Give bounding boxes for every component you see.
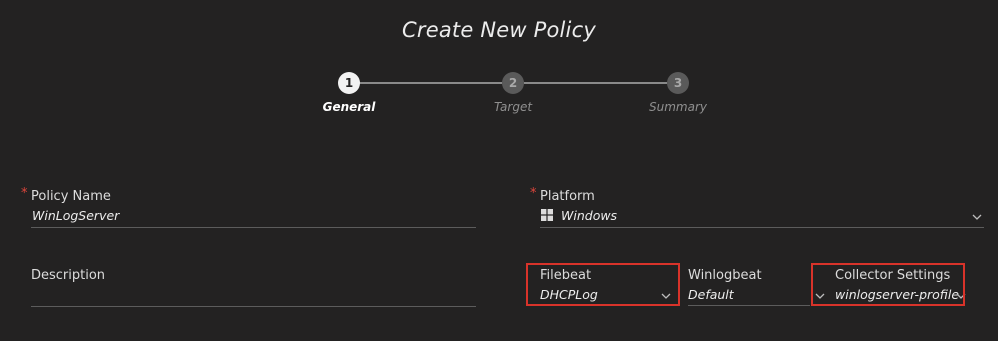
required-marker: * (21, 186, 28, 201)
step-connector-2 (524, 82, 667, 84)
step-2-label[interactable]: Target (463, 100, 563, 114)
step-3-label[interactable]: Summary (628, 100, 728, 114)
winlogbeat-select-value[interactable]: Default (688, 287, 734, 302)
page-title: Create New Policy (402, 18, 596, 42)
policy-name-field[interactable]: * Policy Name WinLogServer (21, 186, 476, 229)
platform-select-value[interactable]: Windows (561, 208, 617, 223)
step-1-label[interactable]: General (299, 100, 399, 114)
description-underline (31, 306, 476, 307)
platform-field[interactable]: * Platform Windows (530, 186, 984, 229)
step-connector-1 (359, 82, 502, 84)
step-3-circle[interactable]: 3 (667, 72, 689, 94)
policy-name-underline (31, 227, 476, 228)
winlogbeat-label: Winlogbeat (688, 268, 762, 283)
create-policy-page: Create New Policy 1 General 2 Target 3 S… (0, 0, 998, 341)
step-2-circle[interactable]: 2 (502, 72, 524, 94)
step-1-circle[interactable]: 1 (338, 72, 360, 94)
winlogbeat-underline (688, 305, 810, 306)
windows-icon (541, 209, 553, 221)
chevron-down-icon[interactable] (971, 211, 983, 223)
filebeat-highlight-box (526, 263, 680, 306)
policy-name-input[interactable]: WinLogServer (32, 208, 119, 223)
description-label: Description (31, 268, 106, 283)
platform-underline (540, 227, 984, 228)
winlogbeat-field[interactable]: Winlogbeat Default (688, 268, 810, 308)
collector-settings-highlight-box (811, 263, 965, 306)
wizard-stepper: 1 General 2 Target 3 Summary (0, 72, 998, 122)
required-marker: * (530, 186, 537, 201)
platform-label: Platform (540, 189, 595, 204)
policy-name-label: Policy Name (31, 189, 111, 204)
description-field[interactable]: Description (31, 268, 476, 308)
